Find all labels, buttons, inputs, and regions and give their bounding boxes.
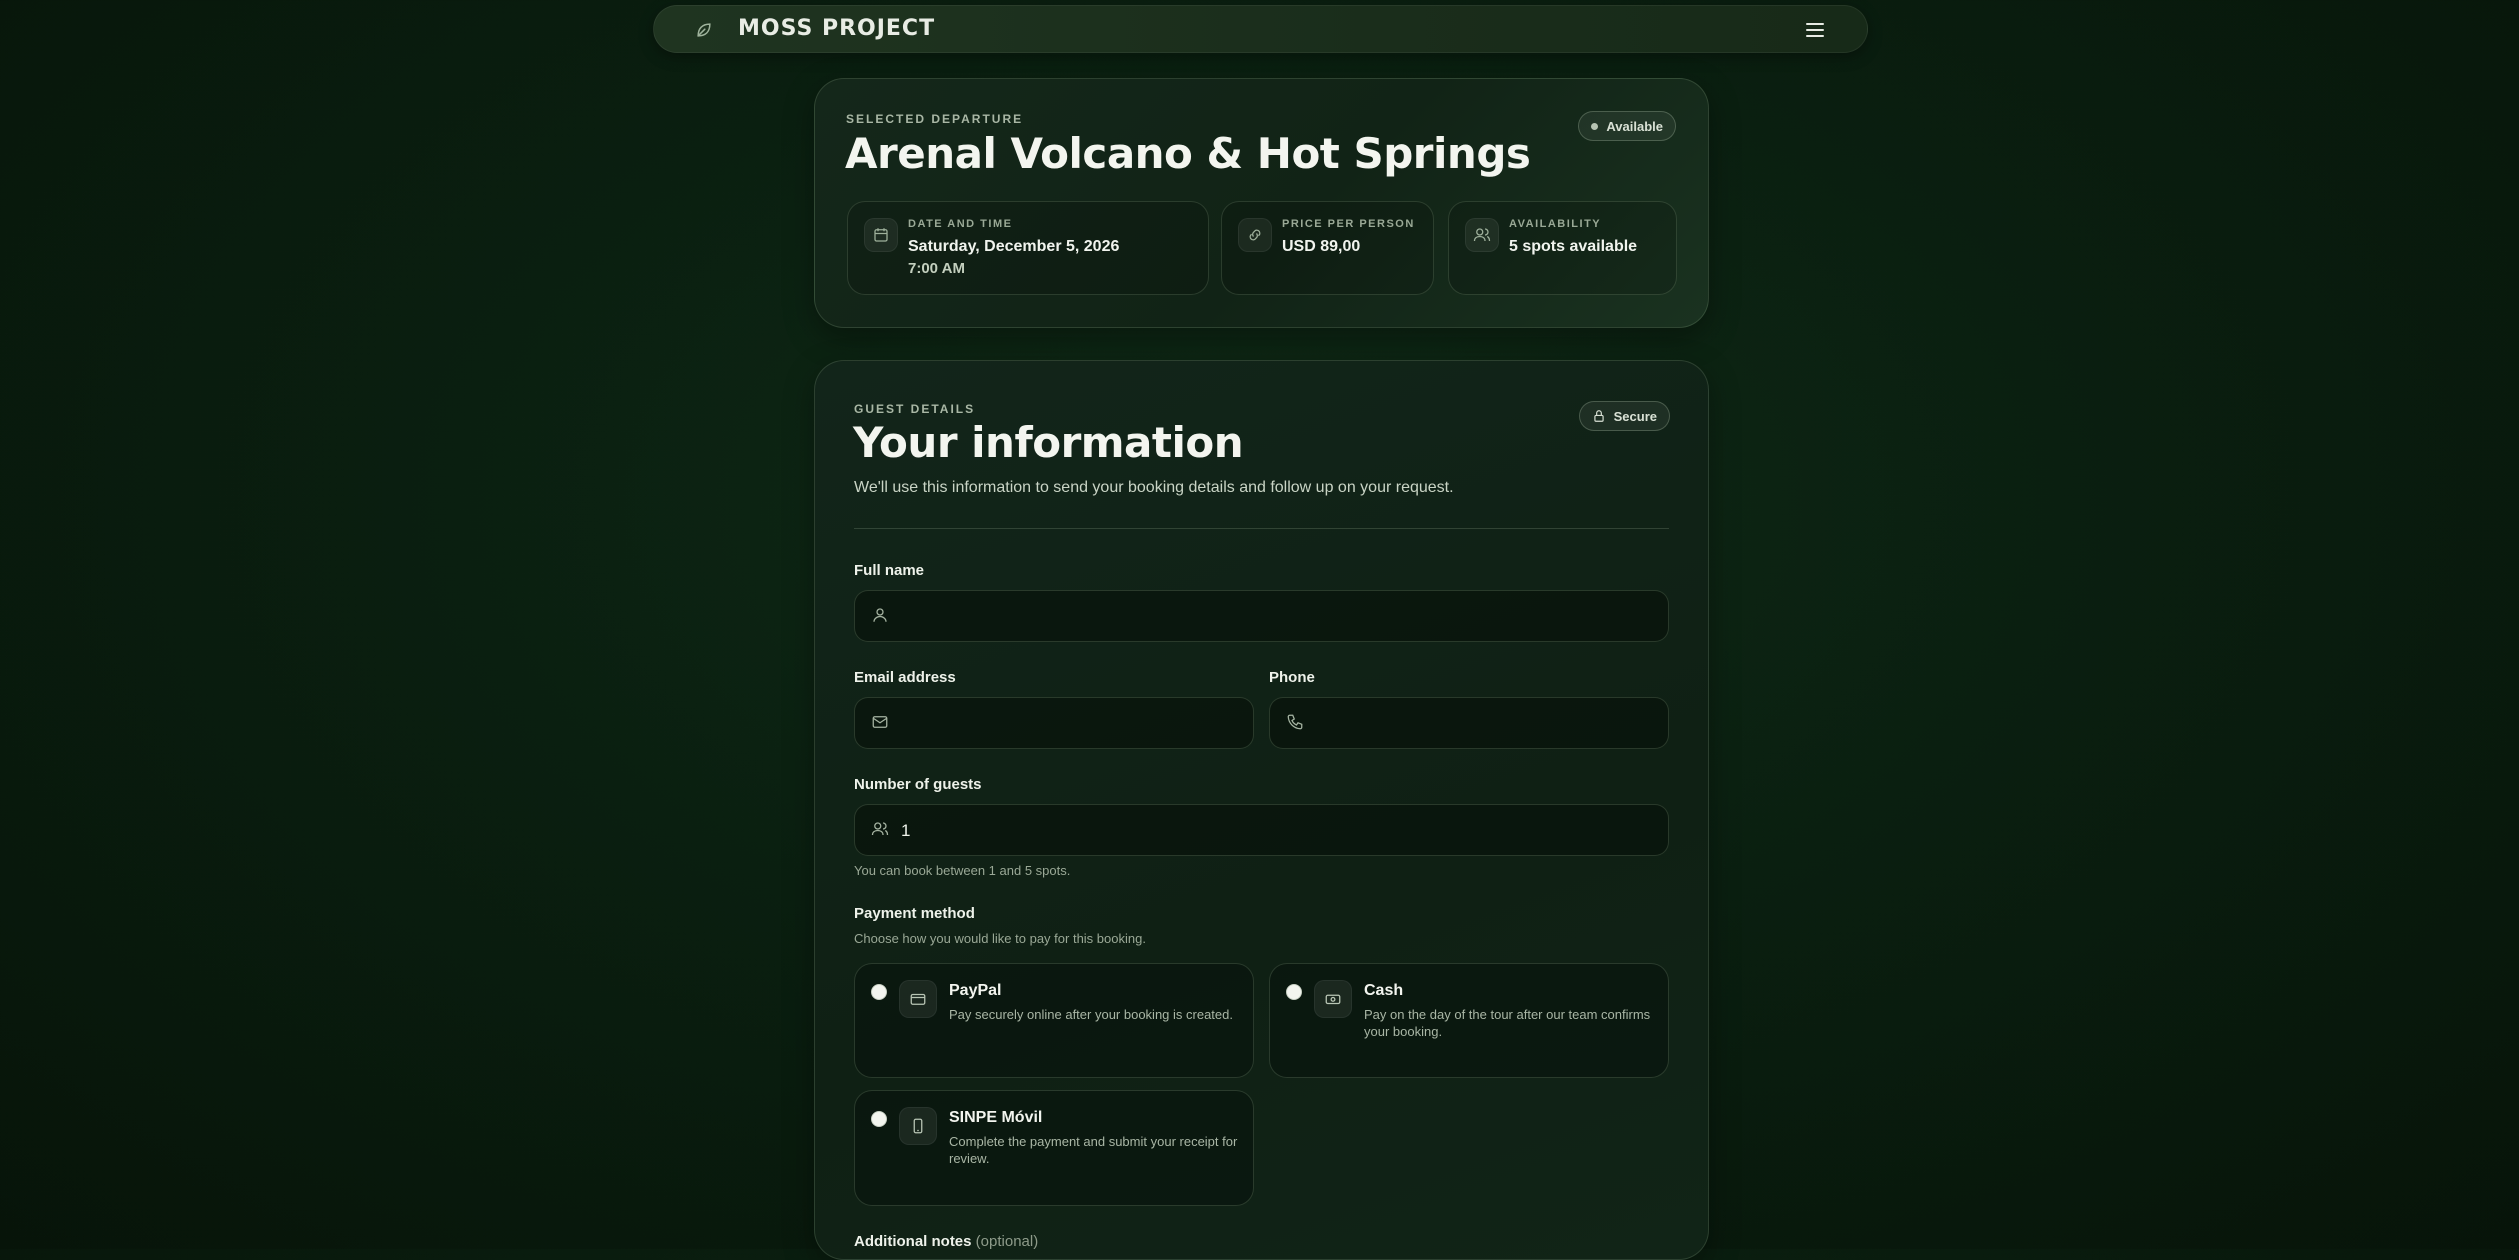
status-badge: Available — [1578, 111, 1676, 141]
payment-hint: Choose how you would like to pay for thi… — [854, 931, 1146, 946]
payment-option-cash[interactable]: Cash Pay on the day of the tour after ou… — [1269, 963, 1669, 1078]
cash-icon — [1314, 980, 1352, 1018]
status-text: Available — [1606, 118, 1663, 134]
user-icon — [873, 608, 887, 622]
sinpe-desc: Complete the payment and submit your rec… — [949, 1134, 1238, 1166]
paypal-title: PayPal — [949, 982, 1002, 999]
paypal-radio[interactable] — [871, 984, 887, 1000]
notes-label: Additional notes (optional) — [854, 1233, 1038, 1250]
time-value: 7:00 AM — [908, 260, 965, 277]
cash-desc: Pay on the day of the tour after our tea… — [1364, 1007, 1651, 1039]
brand-name[interactable]: MOSS PROJECT — [738, 16, 935, 41]
availability-label: AVAILABILITY — [1509, 218, 1602, 230]
guest-subtitle: We'll use this information to send your … — [854, 479, 1454, 496]
menu-icon[interactable] — [1803, 18, 1827, 42]
departure-eyebrow: SELECTED DEPARTURE — [846, 112, 1024, 126]
phone-label: Phone — [1269, 669, 1315, 686]
full-name-input[interactable] — [899, 591, 1656, 643]
price-box: PRICE PER PERSON USD 89,00 — [1221, 201, 1434, 295]
date-value: Saturday, December 5, 2026 — [908, 238, 1120, 255]
smartphone-icon — [899, 1107, 937, 1145]
mail-icon — [872, 716, 888, 728]
payment-option-paypal[interactable]: PayPal Pay securely online after your bo… — [854, 963, 1254, 1078]
users-icon — [1465, 218, 1499, 252]
phone-input[interactable] — [1314, 698, 1656, 750]
payment-label: Payment method — [854, 905, 975, 922]
sinpe-title: SINPE Móvil — [949, 1109, 1043, 1126]
guests-field[interactable] — [854, 804, 1669, 857]
top-nav: MOSS PROJECT — [653, 5, 1868, 53]
cash-title: Cash — [1364, 982, 1404, 999]
calendar-icon — [864, 218, 898, 252]
email-field[interactable] — [854, 697, 1254, 750]
guests-input[interactable] — [899, 805, 1656, 857]
secure-badge: Secure — [1578, 401, 1670, 431]
leaf-icon[interactable] — [694, 20, 714, 40]
phone-icon — [1287, 714, 1303, 730]
section-divider — [854, 528, 1669, 529]
tag-icon — [1238, 218, 1272, 252]
guest-title: Your information — [853, 418, 1244, 467]
sinpe-radio[interactable] — [871, 1111, 887, 1127]
email-label: Email address — [854, 669, 956, 686]
availability-value: 5 spots available — [1509, 238, 1638, 255]
availability-box: AVAILABILITY 5 spots available — [1448, 201, 1677, 295]
status-dot — [1591, 122, 1599, 130]
departure-card: SELECTED DEPARTURE Arenal Volcano & Hot … — [814, 78, 1709, 328]
email-input[interactable] — [899, 698, 1241, 750]
full-name-label: Full name — [854, 562, 925, 579]
users-icon — [871, 822, 889, 836]
date-label: DATE AND TIME — [908, 218, 1013, 230]
full-name-field[interactable] — [854, 590, 1669, 643]
guests-label: Number of guests — [854, 776, 982, 793]
cash-radio[interactable] — [1286, 984, 1302, 1000]
guest-eyebrow: GUEST DETAILS — [854, 402, 976, 416]
price-label: PRICE PER PERSON — [1282, 218, 1415, 230]
lock-icon — [1593, 410, 1604, 422]
guest-details-card: GUEST DETAILS Your information Secure We… — [814, 360, 1709, 1260]
notes-optional: (optional) — [975, 1233, 1039, 1250]
credit-card-icon — [899, 980, 937, 1018]
guests-hint: You can book between 1 and 5 spots. — [854, 863, 1071, 878]
phone-field[interactable] — [1269, 697, 1669, 750]
paypal-desc: Pay securely online after your booking i… — [949, 1007, 1233, 1022]
payment-option-sinpe[interactable]: SINPE Móvil Complete the payment and sub… — [854, 1090, 1254, 1206]
departure-title: Arenal Volcano & Hot Springs — [845, 129, 1531, 178]
date-time-box: DATE AND TIME Saturday, December 5, 2026… — [847, 201, 1209, 295]
price-value: USD 89,00 — [1282, 238, 1361, 255]
secure-text: Secure — [1613, 408, 1657, 424]
notes-label-text: Additional notes — [854, 1233, 972, 1250]
